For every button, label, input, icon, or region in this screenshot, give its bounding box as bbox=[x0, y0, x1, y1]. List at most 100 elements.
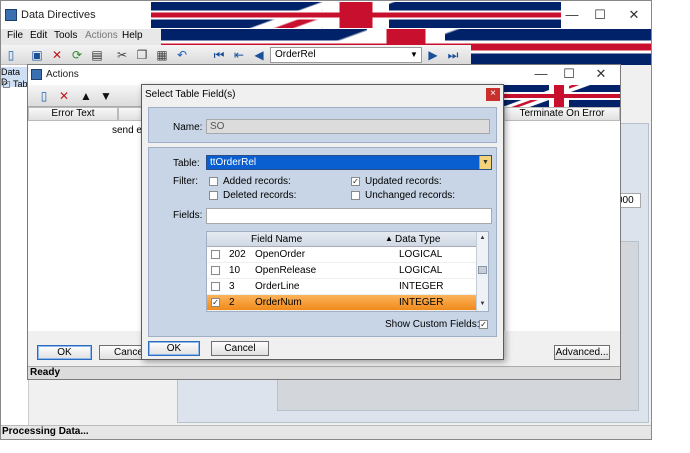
filter-unchanged-label: Unchanged records: bbox=[365, 190, 456, 201]
clear-icon[interactable]: ▤ bbox=[89, 47, 105, 63]
fields-label: Fields: bbox=[173, 210, 203, 221]
grid-cell-error-text[interactable]: send e bbox=[112, 125, 142, 136]
actions-statusbar: Ready bbox=[28, 366, 620, 379]
dialog-ok-button[interactable]: OK bbox=[148, 341, 200, 356]
actions-new-icon[interactable]: ▯ bbox=[36, 88, 52, 104]
tree-panel: Data D Tab − bbox=[1, 65, 29, 425]
first-record-icon[interactable]: ⏮ bbox=[211, 47, 227, 63]
jump-first-icon[interactable]: ⇤ bbox=[231, 47, 247, 63]
undo-icon[interactable]: ↶ bbox=[174, 47, 190, 63]
actions-maximize-icon[interactable]: ☐ bbox=[554, 65, 584, 83]
delete-icon[interactable]: ✕ bbox=[49, 47, 65, 63]
row-field-name: OrderNum bbox=[255, 297, 302, 308]
tree-node-table[interactable]: Tab bbox=[13, 79, 28, 89]
dialog-title: Select Table Field(s) bbox=[145, 89, 236, 100]
banner-flag bbox=[151, 2, 561, 28]
show-custom-fields-checkbox[interactable]: ✓ bbox=[479, 320, 488, 329]
col-error-text[interactable]: Error Text bbox=[28, 107, 118, 121]
move-up-icon[interactable]: ▲ bbox=[78, 88, 94, 104]
name-panel: Name: SO bbox=[148, 107, 497, 143]
row-field-name: OrderLine bbox=[255, 281, 300, 292]
row-num: 3 bbox=[229, 281, 235, 292]
actions-flag bbox=[498, 85, 620, 107]
last-record-icon[interactable]: ⏭ bbox=[445, 47, 461, 63]
filter-updated-checkbox[interactable]: ✓ bbox=[351, 177, 360, 186]
menu-file[interactable]: File bbox=[7, 30, 23, 41]
paste-icon[interactable]: ▦ bbox=[154, 47, 170, 63]
menu-edit[interactable]: Edit bbox=[30, 30, 47, 41]
new-icon[interactable]: ▯ bbox=[3, 47, 19, 63]
main-status-text: Processing Data... bbox=[2, 426, 89, 437]
row-num: 202 bbox=[229, 249, 246, 260]
row-data-type: INTEGER bbox=[399, 281, 444, 292]
table-row[interactable]: 202 OpenOrder LOGICAL bbox=[207, 247, 477, 263]
fields-search-input[interactable] bbox=[206, 208, 492, 224]
actions-delete-icon[interactable]: ✕ bbox=[56, 88, 72, 104]
row-data-type: LOGICAL bbox=[399, 265, 443, 276]
chevron-down-icon[interactable]: ▼ bbox=[407, 48, 421, 62]
maximize-icon[interactable]: ☐ bbox=[585, 5, 615, 25]
actions-toolbar: ▯ ✕ ▲ ▼ bbox=[28, 85, 146, 107]
actions-grid-right bbox=[504, 121, 620, 331]
actions-minimize-icon[interactable]: — bbox=[526, 65, 556, 83]
menu-tools[interactable]: Tools bbox=[54, 30, 77, 41]
table-label: Table: bbox=[173, 158, 200, 169]
advanced-button[interactable]: Advanced... bbox=[554, 345, 610, 360]
menu-actions[interactable]: Actions bbox=[85, 30, 118, 41]
scroll-up-icon[interactable]: ▲ bbox=[477, 233, 488, 244]
col-field-name[interactable]: Field Name bbox=[251, 234, 302, 245]
save-icon[interactable]: ▣ bbox=[29, 47, 45, 63]
fields-grid: Field Name ▲ Data Type 202 OpenOrder LOG… bbox=[206, 231, 489, 312]
actions-cancel-button[interactable]: Cancel bbox=[99, 345, 145, 360]
main-title: Data Directives bbox=[21, 9, 96, 21]
col-terminate-on-error[interactable]: Terminate On Error bbox=[504, 107, 620, 121]
actions-ok-button[interactable]: OK bbox=[37, 345, 92, 360]
sort-icon: ▲ bbox=[385, 234, 393, 243]
minimize-icon[interactable]: — bbox=[557, 5, 587, 25]
row-field-name: OpenOrder bbox=[255, 249, 306, 260]
refresh-icon[interactable]: ⟳ bbox=[69, 47, 85, 63]
col-data-type[interactable]: Data Type bbox=[395, 234, 440, 245]
actions-titlebar: Actions — ☐ ✕ bbox=[28, 65, 620, 85]
actions-app-icon bbox=[31, 69, 42, 80]
app-icon bbox=[5, 9, 17, 21]
prev-record-icon[interactable]: ◀ bbox=[251, 47, 267, 63]
scroll-thumb[interactable] bbox=[478, 266, 487, 274]
filter-added-checkbox[interactable] bbox=[209, 177, 218, 186]
table-select[interactable]: ttOrderRel ▼ bbox=[206, 155, 492, 170]
show-custom-fields-label: Show Custom Fields: bbox=[385, 319, 480, 330]
name-field[interactable]: SO bbox=[206, 119, 490, 134]
navigator-value: OrderRel bbox=[275, 49, 316, 60]
main-titlebar: Data Directives — ☐ ✕ bbox=[1, 1, 651, 29]
row-data-type: INTEGER bbox=[399, 297, 444, 308]
dialog-close-icon[interactable]: × bbox=[486, 88, 500, 101]
actions-grid: send e bbox=[28, 121, 144, 331]
row-checkbox[interactable] bbox=[211, 250, 220, 259]
actions-close-icon[interactable]: ✕ bbox=[586, 65, 616, 83]
dialog-cancel-button[interactable]: Cancel bbox=[211, 341, 269, 356]
main-statusbar: Processing Data... bbox=[1, 425, 651, 439]
filter-unchanged-checkbox[interactable] bbox=[351, 191, 360, 200]
row-data-type: LOGICAL bbox=[399, 249, 443, 260]
name-label: Name: bbox=[173, 122, 203, 133]
row-checkbox[interactable]: ✓ bbox=[211, 298, 220, 307]
next-record-icon[interactable]: ▶ bbox=[425, 47, 441, 63]
navigator-combo[interactable]: OrderRel ▼ bbox=[270, 47, 422, 63]
row-checkbox[interactable] bbox=[211, 282, 220, 291]
menu-help[interactable]: Help bbox=[122, 30, 143, 41]
table-row[interactable]: 3 OrderLine INTEGER bbox=[207, 279, 477, 295]
fields-scrollbar[interactable]: ▲ ▼ bbox=[476, 232, 488, 311]
close-icon[interactable]: ✕ bbox=[619, 5, 649, 25]
row-checkbox[interactable] bbox=[211, 266, 220, 275]
tree-collapse-icon[interactable]: − bbox=[3, 81, 10, 88]
scroll-down-icon[interactable]: ▼ bbox=[477, 299, 488, 310]
filter-added-label: Added records: bbox=[223, 176, 291, 187]
table-row-selected[interactable]: ✓ 2 OrderNum INTEGER bbox=[207, 295, 477, 311]
chevron-down-icon[interactable]: ▼ bbox=[479, 156, 491, 169]
filter-deleted-checkbox[interactable] bbox=[209, 191, 218, 200]
copy-icon[interactable]: ❐ bbox=[134, 47, 150, 63]
move-down-icon[interactable]: ▼ bbox=[98, 88, 114, 104]
cut-icon[interactable]: ✂ bbox=[114, 47, 130, 63]
table-row[interactable]: 10 OpenRelease LOGICAL bbox=[207, 263, 477, 279]
actions-status-text: Ready bbox=[30, 367, 61, 378]
